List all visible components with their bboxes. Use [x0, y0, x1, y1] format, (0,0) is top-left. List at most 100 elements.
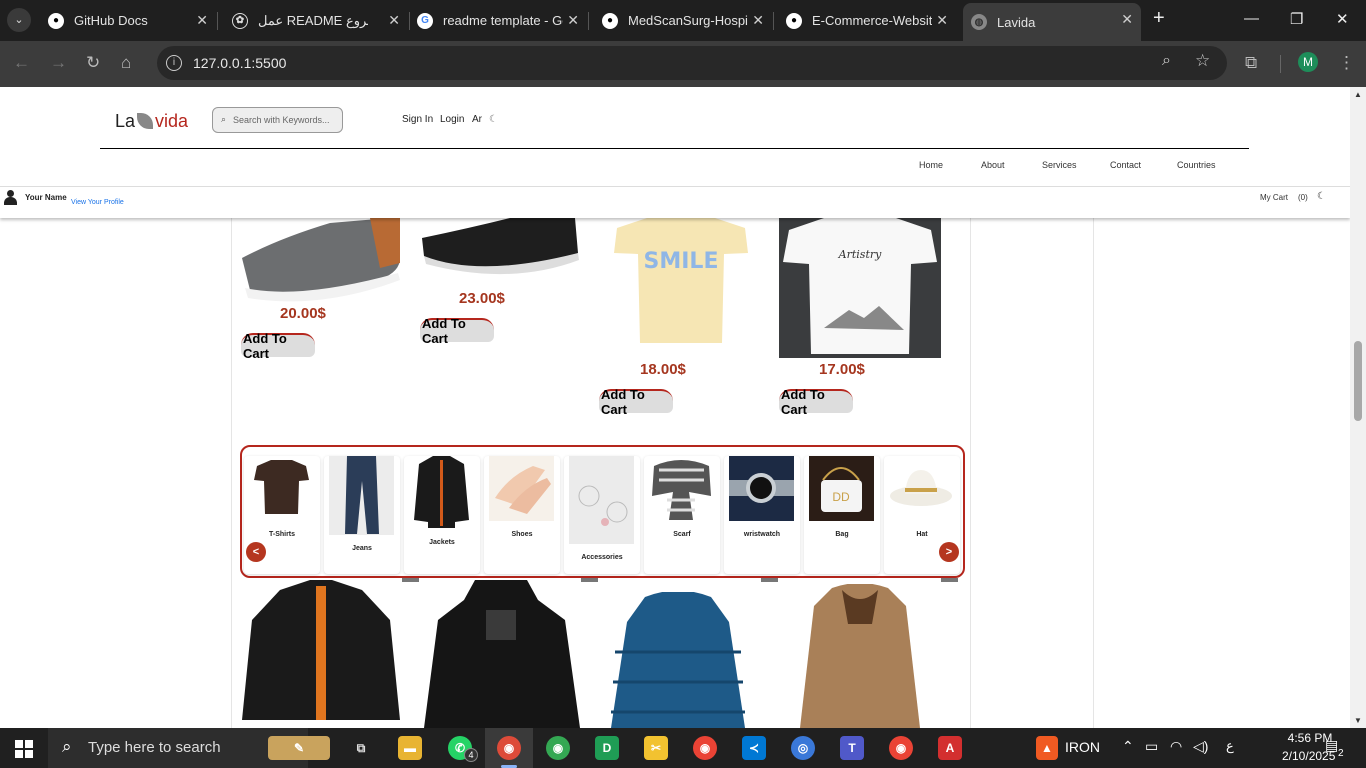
tab-readme-arabic[interactable]: ✿ عمل README لمشروع ✕	[224, 4, 408, 37]
close-icon[interactable]: ✕	[567, 12, 579, 29]
close-window-icon[interactable]: ✕	[1336, 10, 1349, 28]
chrome-profile-icon[interactable]: ◉	[497, 736, 521, 760]
category-carousel: T-Shirts Jeans Jackets Shoes Accessories	[240, 445, 965, 578]
globe-icon: ◍	[971, 14, 987, 30]
vscode-icon[interactable]: ≺	[742, 736, 766, 760]
nav-services[interactable]: Services	[1042, 160, 1077, 170]
site-logo[interactable]: La vida	[115, 111, 188, 132]
scroll-thumb[interactable]	[1354, 341, 1362, 421]
battery-icon[interactable]: ▭	[1145, 738, 1158, 755]
category-card-bag[interactable]: DD Bag	[804, 456, 880, 574]
cart-count: (0)	[1298, 193, 1308, 202]
close-icon[interactable]: ✕	[1121, 11, 1133, 28]
search-input[interactable]: ⌕ Search with Keywords...	[212, 107, 343, 133]
page-scrollbar[interactable]: ▲ ▼	[1350, 87, 1366, 728]
windows-start-icon[interactable]	[15, 740, 33, 758]
leaf-icon	[137, 113, 154, 129]
add-to-cart-button[interactable]: Add To Cart	[420, 316, 494, 346]
category-label: wristwatch	[743, 531, 781, 538]
close-icon[interactable]: ✕	[388, 12, 400, 29]
nav-contact[interactable]: Contact	[1110, 160, 1141, 170]
back-icon[interactable]: ←	[13, 53, 30, 73]
tools-app-icon[interactable]: ✂	[644, 736, 668, 760]
browser-tab-strip: ⌄ ● GitHub Docs ✕ ✿ عمل README لمشروع ✕ …	[0, 0, 1366, 41]
scroll-down-icon[interactable]: ▼	[1354, 716, 1362, 725]
login-link[interactable]: Login	[440, 114, 464, 125]
tab-search-chevron-icon[interactable]: ⌄	[7, 8, 31, 32]
wifi-icon[interactable]: ◠	[1170, 738, 1182, 755]
carousel-prev-button[interactable]: <	[246, 542, 266, 562]
input-language[interactable]: ع	[1226, 738, 1234, 754]
category-card-shoes[interactable]: Shoes	[484, 456, 560, 574]
language-toggle[interactable]: Ar	[472, 114, 482, 125]
new-tab-button[interactable]: +	[1153, 7, 1165, 30]
windows-taskbar: ⌕ Type here to search ✎ ⧉ ▬ ✆ 4 ◉ ◉ D ✂ …	[0, 728, 1366, 768]
category-card-jackets[interactable]: Jackets	[404, 456, 480, 574]
bag-image: DD	[809, 456, 874, 521]
address-bar[interactable]: i 127.0.0.1:5500 ⌕ ☆	[157, 46, 1227, 80]
category-card-scarf[interactable]: Scarf	[644, 456, 720, 574]
nav-countries[interactable]: Countries	[1177, 160, 1216, 170]
carousel-indicator[interactable]	[761, 578, 778, 582]
home-icon[interactable]: ⌂	[121, 53, 131, 73]
search-highlight-icon[interactable]: ✎	[268, 736, 330, 760]
browser-toolbar: ← → ↻ ⌂ i 127.0.0.1:5500 ⌕ ☆ ⧉ M ⋮	[0, 41, 1366, 87]
nav-home[interactable]: Home	[919, 160, 943, 170]
github-icon: ●	[48, 12, 64, 29]
notification-icon[interactable]: ▤	[1325, 737, 1338, 754]
moon-icon[interactable]: ☾	[489, 114, 498, 125]
carousel-indicator[interactable]	[941, 578, 958, 582]
pdf-reader-icon[interactable]: A	[938, 736, 962, 760]
carousel-next-button[interactable]: >	[939, 542, 959, 562]
reload-icon[interactable]: ↻	[86, 53, 100, 73]
camera-app-icon[interactable]: ◎	[791, 736, 815, 760]
teams-icon[interactable]: T	[840, 736, 864, 760]
volume-icon[interactable]: ◁)	[1193, 738, 1208, 755]
profile-avatar[interactable]: M	[1298, 52, 1318, 72]
extensions-icon[interactable]: ⧉	[1245, 53, 1257, 73]
tray-chevron-icon[interactable]: ⌃	[1122, 738, 1134, 755]
user-icon[interactable]	[4, 190, 17, 206]
scroll-up-icon[interactable]: ▲	[1354, 90, 1362, 99]
tab-ecommerce[interactable]: ● E-Commerce-Website ✕	[778, 4, 956, 37]
url-text[interactable]: 127.0.0.1:5500	[193, 55, 286, 71]
category-card-accessories[interactable]: Accessories	[564, 456, 640, 574]
view-profile-link[interactable]: View Your Profile	[71, 199, 124, 206]
sign-in-link[interactable]: Sign In	[402, 114, 433, 125]
iron-icon[interactable]: ▲	[1036, 736, 1058, 760]
d-app-icon[interactable]: D	[595, 736, 619, 760]
zoom-icon[interactable]: ⌕	[1162, 52, 1171, 70]
minimize-icon[interactable]: —	[1244, 10, 1259, 27]
forward-icon[interactable]: →	[50, 53, 67, 73]
task-view-icon[interactable]: ⧉	[349, 736, 373, 760]
bookmark-star-icon[interactable]: ☆	[1195, 51, 1210, 71]
add-to-cart-button[interactable]: Add To Cart	[599, 387, 673, 417]
chrome-profile-m-icon[interactable]: ◉	[889, 736, 913, 760]
toolbar-divider	[1280, 55, 1281, 73]
file-explorer-icon[interactable]: ▬	[398, 736, 422, 760]
close-icon[interactable]: ✕	[936, 12, 948, 29]
my-cart-link[interactable]: My Cart	[1260, 193, 1288, 202]
category-card-jeans[interactable]: Jeans	[324, 456, 400, 574]
moon-icon[interactable]: ☾	[1317, 191, 1326, 202]
site-info-icon[interactable]: i	[166, 55, 182, 71]
chrome-icon[interactable]: ◉	[546, 736, 570, 760]
tab-github-docs[interactable]: ● GitHub Docs ✕	[40, 4, 216, 37]
nav-about[interactable]: About	[981, 160, 1005, 170]
carousel-indicator[interactable]	[581, 578, 598, 582]
restore-icon[interactable]: ❐	[1290, 10, 1303, 28]
add-to-cart-button[interactable]: Add To Cart	[779, 387, 853, 417]
close-icon[interactable]: ✕	[752, 12, 764, 29]
add-to-cart-button[interactable]: Add To Cart	[241, 331, 315, 361]
carousel-indicator[interactable]	[402, 578, 419, 582]
iron-label[interactable]: IRON	[1065, 739, 1100, 755]
puffer-jacket-image	[605, 590, 751, 728]
category-card-wristwatch[interactable]: wristwatch	[724, 456, 800, 574]
tab-readme-template[interactable]: G readme template - Go ✕	[409, 4, 587, 37]
chrome-alt-icon[interactable]: ◉	[693, 736, 717, 760]
menu-kebab-icon[interactable]: ⋮	[1338, 53, 1355, 73]
close-icon[interactable]: ✕	[196, 12, 208, 29]
tab-lavida[interactable]: ◍ Lavida ✕	[963, 3, 1141, 41]
tab-medscansurg[interactable]: ● MedScanSurg-Hospit ✕	[594, 4, 772, 37]
tshirt-image	[249, 456, 314, 521]
